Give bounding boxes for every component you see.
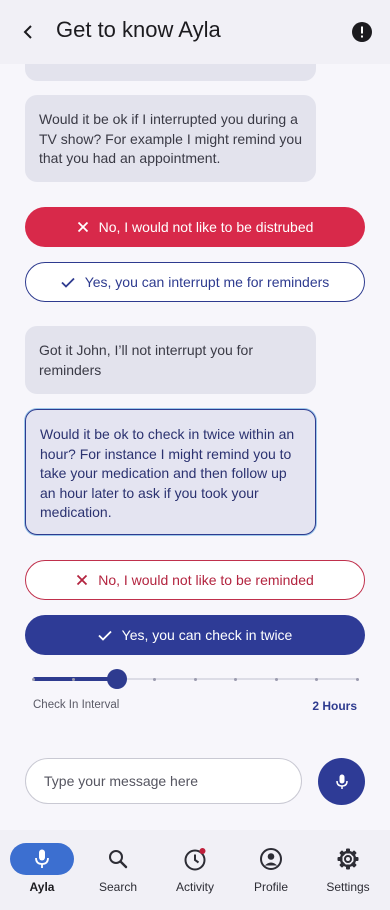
nav-label: Settings — [326, 880, 370, 894]
slider-tick — [193, 677, 197, 681]
nav-icon-container — [10, 843, 74, 875]
slider-tick — [31, 677, 35, 681]
slider-value: 2 Hours — [312, 699, 357, 713]
nav-label: Activity — [175, 880, 214, 894]
chat-bubble: Got it John, I’ll not interrupt you for … — [25, 326, 316, 394]
mic-icon — [335, 774, 348, 789]
chat-bubble-highlighted: Would it be ok to check in twice within … — [25, 409, 316, 535]
page-title: Get to know Ayla — [56, 17, 221, 42]
bottom-navigation: Ayla Search Activity Profile Settings — [0, 830, 390, 910]
decline-check-in-button[interactable]: No, I would not like to be reminded — [25, 560, 365, 600]
slider-tick — [355, 677, 359, 681]
close-icon — [77, 221, 89, 233]
nav-icon-container — [239, 843, 303, 875]
account-icon — [260, 848, 282, 870]
check-icon — [98, 630, 112, 641]
accept-interrupt-button[interactable]: Yes, you can interrupt me for reminders — [25, 262, 365, 302]
close-icon — [76, 574, 88, 586]
nav-item-search[interactable]: Search — [79, 830, 157, 910]
slider-tick — [315, 677, 318, 681]
nav-item-profile[interactable]: Profile — [232, 830, 310, 910]
slider-track-fill — [33, 677, 118, 681]
slider-tick — [72, 677, 75, 681]
search-icon — [109, 850, 128, 869]
nav-icon-container — [86, 843, 150, 875]
button-label: Yes, you can interrupt me for reminders — [84, 274, 330, 290]
check-in-interval-slider[interactable] — [31, 669, 359, 689]
mic-icon — [35, 849, 49, 868]
notification-dot — [199, 848, 206, 854]
info-button[interactable] — [350, 20, 374, 44]
button-label: No, I would not like to be reminded — [98, 572, 314, 588]
nav-label: Ayla — [29, 880, 55, 894]
chat-area[interactable]: Would it be ok if I interrupted you duri… — [0, 64, 390, 830]
check-icon — [61, 277, 75, 288]
slider-tick — [153, 677, 156, 681]
alert-circle-icon — [352, 22, 372, 42]
app-header: Get to know Ayla — [0, 0, 390, 64]
slider-tick — [274, 677, 278, 681]
chevron-left-icon — [23, 25, 32, 39]
gear-icon — [337, 848, 359, 870]
chat-bubble — [25, 64, 316, 81]
message-input[interactable] — [25, 758, 302, 804]
clock-icon — [184, 848, 206, 871]
chat-bubble: Would it be ok if I interrupted you duri… — [25, 95, 316, 182]
slider-label: Check In Interval — [33, 699, 120, 711]
button-label: No, I would not like to be distrubed — [98, 219, 314, 235]
slider-tick — [234, 677, 237, 681]
nav-label: Profile — [253, 880, 288, 894]
nav-item-activity[interactable]: Activity — [156, 830, 234, 910]
nav-label: Search — [98, 880, 138, 894]
decline-interrupt-button[interactable]: No, I would not like to be distrubed — [25, 207, 365, 247]
button-label: Yes, you can check in twice — [121, 627, 293, 643]
accept-check-in-button[interactable]: Yes, you can check in twice — [25, 615, 365, 655]
slider-thumb[interactable] — [107, 669, 128, 689]
voice-input-button[interactable] — [318, 758, 365, 805]
nav-item-ayla[interactable]: Ayla — [3, 830, 81, 910]
nav-item-settings[interactable]: Settings — [309, 830, 387, 910]
nav-icon-container — [163, 843, 227, 875]
back-button[interactable] — [14, 18, 42, 46]
message-composer — [0, 758, 390, 808]
nav-icon-container — [316, 843, 380, 875]
